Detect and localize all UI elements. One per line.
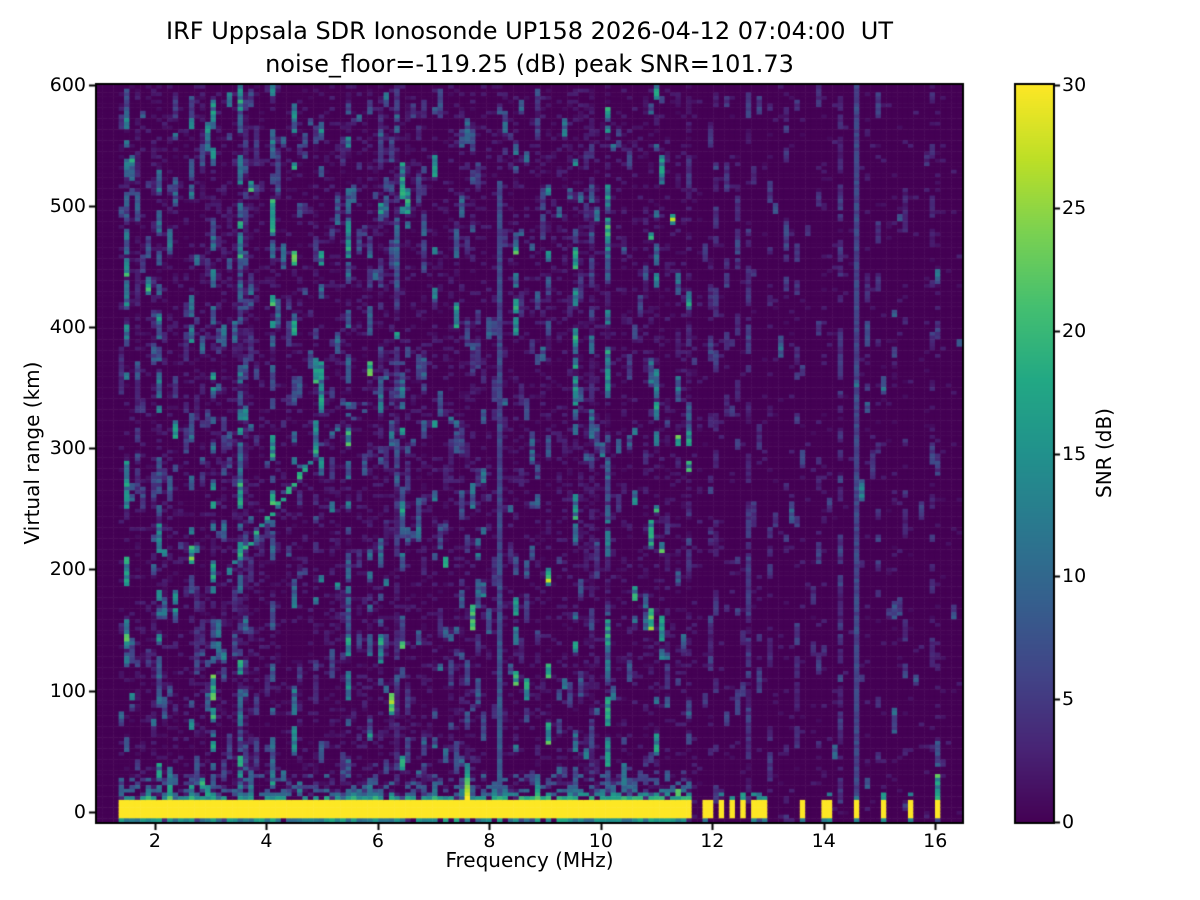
x-tick-label-2: 2 [148, 830, 161, 852]
colorbar-label: SNR (dB) [1092, 408, 1116, 498]
colorbar-tick-label-0: 0 [1062, 811, 1075, 833]
y-tick-label-300: 300 [49, 437, 86, 460]
figure-subtitle: noise_floor=-119.25 (dB) peak SNR=101.73 [265, 50, 794, 78]
colorbar-tick-label-20: 20 [1062, 319, 1087, 342]
x-tick-label-12: 12 [700, 830, 725, 852]
ionogram-figure: IRF Uppsala SDR Ionosonde UP158 2026-04-… [0, 0, 1200, 900]
y-tick-label-200: 200 [49, 558, 86, 581]
colorbar-tick-label-15: 15 [1062, 442, 1087, 465]
x-tick-label-6: 6 [371, 830, 384, 852]
y-tick-label-0: 0 [73, 800, 86, 823]
colorbar-tick-label-30: 30 [1062, 74, 1087, 96]
x-tick-label-14: 14 [811, 830, 836, 852]
figure-title: IRF Uppsala SDR Ionosonde UP158 2026-04-… [166, 17, 893, 45]
ionogram-heatmap-canvas [0, 0, 1200, 900]
y-tick-label-100: 100 [49, 679, 86, 702]
x-tick-label-16: 16 [923, 830, 948, 852]
y-tick-label-600: 600 [49, 74, 86, 96]
x-tick-label-10: 10 [588, 830, 613, 852]
colorbar-tick-label-5: 5 [1062, 688, 1075, 711]
y-tick-label-500: 500 [49, 195, 86, 218]
colorbar-tick-label-25: 25 [1062, 196, 1087, 219]
y-tick-label-400: 400 [49, 316, 86, 339]
colorbar-tick-label-10: 10 [1062, 565, 1087, 588]
x-tick-label-4: 4 [260, 830, 273, 852]
x-tick-label-8: 8 [483, 830, 496, 852]
